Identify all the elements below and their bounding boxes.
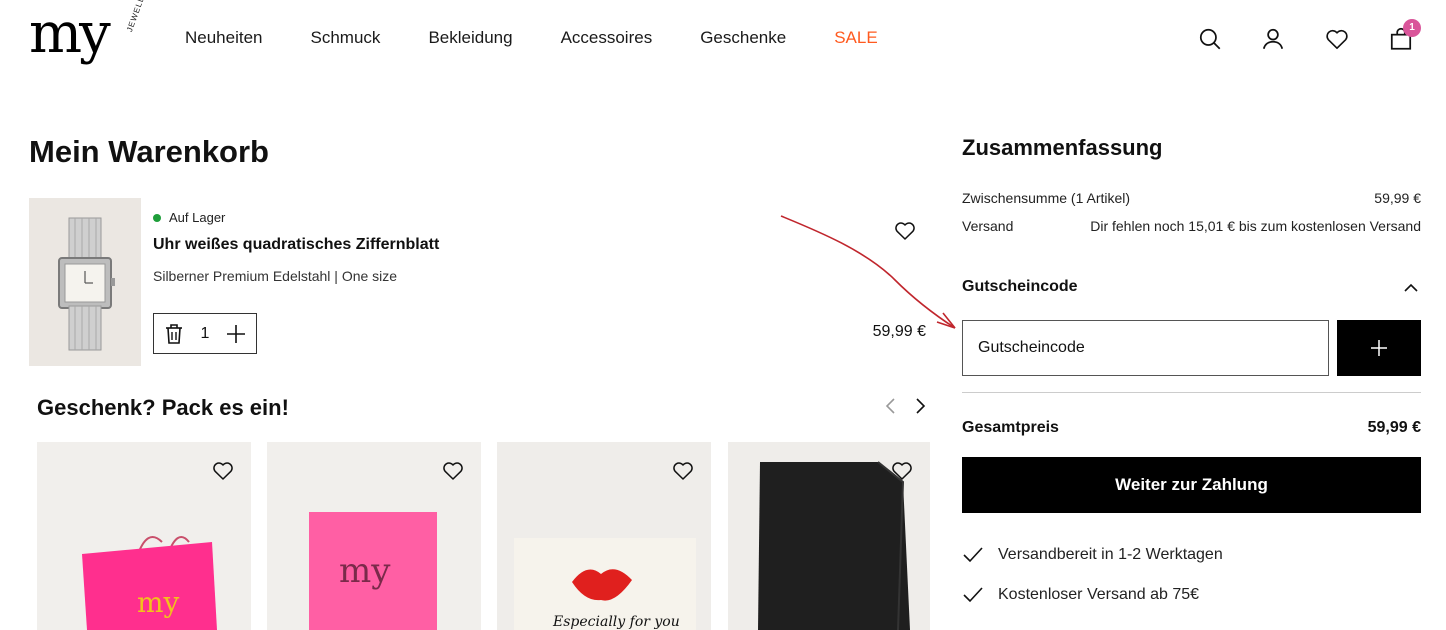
brand-logo-subtext: JEWELLERY — [125, 0, 153, 34]
gift-wishlist-heart-icon[interactable] — [671, 459, 695, 481]
gift-wishlist-heart-icon[interactable] — [890, 459, 914, 481]
main-nav: Neuheiten Schmuck Bekleidung Accessoires… — [185, 28, 926, 48]
subtotal-label: Zwischensumme (1 Artikel) — [962, 190, 1131, 206]
gift-card-item[interactable]: my — [267, 442, 481, 630]
plus-icon[interactable] — [226, 324, 246, 344]
nav-item-geschenke[interactable]: Geschenke — [700, 28, 786, 48]
gift-box-logo: my — [339, 551, 391, 591]
stock-dot-icon — [153, 213, 161, 222]
gift-wishlist-heart-icon[interactable] — [211, 459, 235, 481]
gift-card-item[interactable]: Especially for you — [497, 442, 711, 630]
quantity-stepper: 1 — [153, 313, 257, 354]
total-value: 59,99 € — [1367, 419, 1421, 436]
checkmark-icon — [963, 587, 983, 603]
search-icon[interactable] — [1197, 26, 1223, 52]
stock-label: Auf Lager — [169, 210, 226, 225]
plus-icon — [1371, 340, 1387, 356]
checkout-button[interactable]: Weiter zur Zahlung — [962, 457, 1421, 513]
wishlist-icon[interactable] — [1324, 26, 1350, 52]
total-label: Gesamtpreis — [962, 419, 1059, 436]
usp-label: Kostenloser Versand ab 75€ — [998, 586, 1200, 603]
checkmark-icon — [963, 547, 983, 563]
gift-bag-logo: my — [137, 586, 180, 619]
gift-wishlist-heart-icon[interactable] — [441, 459, 465, 481]
chevron-left-icon[interactable] — [883, 397, 899, 415]
shipping-label: Versand — [962, 218, 1014, 234]
shipping-value: Dir fehlen noch 15,01 € bis zum kostenlo… — [1090, 218, 1421, 234]
nav-item-bekleidung[interactable]: Bekleidung — [428, 28, 512, 48]
chevron-right-icon[interactable] — [912, 397, 928, 415]
product-image[interactable] — [29, 198, 141, 366]
summary-divider — [962, 392, 1421, 393]
annotation-arrow-icon — [780, 215, 956, 329]
usp-label: Versandbereit in 1-2 Werktagen — [998, 546, 1223, 563]
coupon-input[interactable] — [962, 320, 1329, 376]
brand-logo-text: my — [29, 1, 111, 66]
trash-icon[interactable] — [164, 323, 184, 345]
watch-image — [29, 198, 141, 366]
subtotal-row: Zwischensumme (1 Artikel) 59,99 € — [962, 190, 1421, 206]
quantity-value[interactable]: 1 — [201, 325, 210, 343]
gift-section-title: Geschenk? Pack es ein! — [37, 395, 289, 420]
usp-item: Kostenloser Versand ab 75€ — [962, 586, 1199, 604]
gift-card-item[interactable] — [728, 442, 930, 630]
coupon-add-button[interactable] — [1337, 320, 1421, 376]
nav-item-schmuck[interactable]: Schmuck — [311, 28, 381, 48]
shipping-row: Versand Dir fehlen noch 15,01 € bis zum … — [962, 218, 1421, 234]
nav-item-sale[interactable]: SALE — [834, 28, 877, 48]
subtotal-value: 59,99 € — [1374, 190, 1421, 206]
product-variant: Silberner Premium Edelstahl | One size — [153, 268, 398, 284]
total-row: Gesamtpreis 59,99 € — [962, 419, 1421, 437]
greeting-card-text: Especially for you — [552, 614, 680, 630]
gift-card-item[interactable]: my — [37, 442, 251, 630]
product-name[interactable]: Uhr weißes quadratisches Ziffernblatt — [153, 236, 439, 254]
chevron-up-icon[interactable] — [1402, 280, 1420, 296]
coupon-section-title[interactable]: Gutscheincode — [962, 278, 1078, 296]
brand-logo[interactable]: my JEWELLERY — [29, 0, 153, 70]
nav-item-neuheiten[interactable]: Neuheiten — [185, 28, 263, 48]
summary-title: Zusammenfassung — [962, 135, 1163, 160]
usp-item: Versandbereit in 1-2 Werktagen — [962, 546, 1223, 564]
cart-count-badge: 1 — [1403, 19, 1421, 37]
nav-item-accessoires[interactable]: Accessoires — [561, 28, 653, 48]
stock-status: Auf Lager — [153, 210, 225, 225]
page-title: Mein Warenkorb — [29, 134, 269, 169]
account-icon[interactable] — [1260, 26, 1286, 52]
